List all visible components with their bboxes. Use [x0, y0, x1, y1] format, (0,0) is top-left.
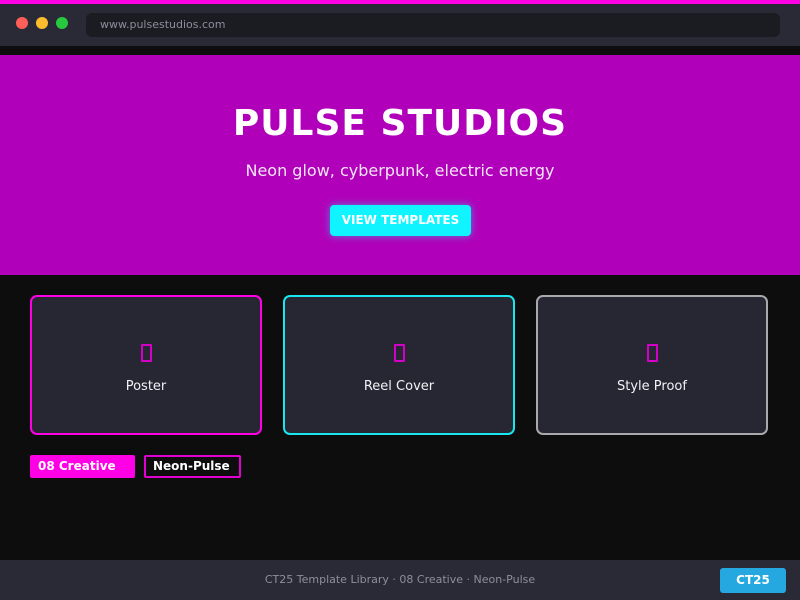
- template-card-style-proof[interactable]: Style Proof: [536, 295, 768, 435]
- category-tag[interactable]: 08 Creative: [30, 455, 135, 478]
- document-icon: [285, 343, 513, 367]
- maximize-window-icon[interactable]: [56, 17, 68, 29]
- chrome-divider: [0, 46, 800, 55]
- card-label: Reel Cover: [363, 379, 435, 394]
- address-bar[interactable]: www.pulsestudios.com: [86, 13, 780, 37]
- card-label: Poster: [125, 379, 167, 394]
- ct25-badge: CT25: [720, 568, 786, 593]
- page: www.pulsestudios.com PULSE STUDIOS Neon …: [0, 0, 800, 600]
- document-icon: [538, 343, 766, 367]
- template-card-reel-cover[interactable]: Reel Cover: [283, 295, 515, 435]
- template-card-poster[interactable]: Poster: [30, 295, 262, 435]
- footer: CT25 Template Library · 08 Creative · Ne…: [0, 560, 800, 600]
- hero-subtitle: Neon glow, cyberpunk, electric energy: [245, 161, 555, 180]
- minimize-window-icon[interactable]: [36, 17, 48, 29]
- hero-title: PULSE STUDIOS: [232, 103, 568, 144]
- document-icon: [32, 343, 260, 367]
- card-label: Style Proof: [617, 379, 687, 394]
- view-templates-button[interactable]: VIEW TEMPLATES: [330, 205, 471, 236]
- hero-banner: PULSE STUDIOS Neon glow, cyberpunk, elec…: [0, 55, 800, 275]
- footer-text: CT25 Template Library · 08 Creative · Ne…: [264, 573, 536, 586]
- theme-tag[interactable]: Neon-Pulse: [144, 455, 241, 478]
- close-window-icon[interactable]: [16, 17, 28, 29]
- browser-chrome: www.pulsestudios.com: [0, 4, 800, 46]
